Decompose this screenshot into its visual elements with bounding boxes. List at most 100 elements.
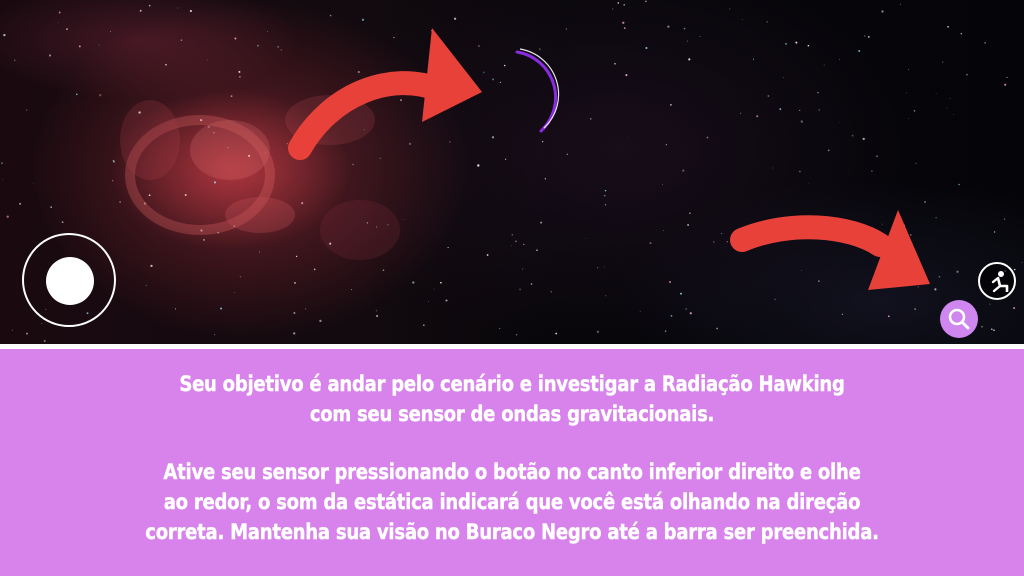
star: [713, 241, 715, 243]
star: [139, 9, 142, 12]
star: [664, 330, 667, 332]
star: [2, 178, 4, 180]
star: [942, 61, 944, 63]
black-hole-indicator-arc: [515, 50, 558, 133]
star: [213, 181, 217, 184]
star: [32, 183, 34, 185]
star: [43, 339, 46, 343]
star: [351, 289, 352, 291]
star: [617, 2, 620, 4]
star: [257, 44, 259, 47]
star: [539, 48, 541, 50]
star: [818, 280, 820, 282]
star: [34, 314, 36, 316]
star: [662, 183, 663, 185]
star: [685, 308, 687, 310]
star: [66, 28, 68, 30]
star: [449, 141, 451, 143]
star: [11, 329, 13, 331]
star: [909, 234, 912, 236]
star: [540, 221, 543, 224]
star: [870, 170, 873, 173]
star: [78, 45, 81, 48]
star: [706, 136, 709, 139]
star: [119, 201, 121, 203]
star: [280, 49, 282, 51]
star: [61, 221, 64, 224]
star: [949, 97, 951, 99]
joystick-knob[interactable]: [46, 257, 94, 305]
star: [499, 327, 501, 329]
star: [503, 64, 506, 67]
star: [110, 31, 112, 33]
objective-line-1: Seu objetivo é andar pelo cenário e inve…: [179, 372, 845, 396]
star: [482, 71, 485, 74]
star: [565, 28, 568, 30]
star: [668, 280, 672, 284]
star: [726, 241, 729, 243]
star: [295, 255, 298, 258]
star: [906, 92, 907, 94]
space-scene[interactable]: [0, 0, 1024, 344]
star: [286, 143, 288, 145]
star: [521, 268, 524, 270]
star: [605, 295, 607, 297]
star: [499, 81, 501, 83]
star: [807, 44, 810, 47]
star: [989, 303, 991, 305]
star: [817, 92, 819, 94]
star: [729, 8, 731, 10]
star: [799, 170, 801, 173]
star: [858, 49, 861, 53]
star: [795, 41, 798, 44]
star: [148, 4, 151, 7]
star: [440, 281, 442, 284]
star: [823, 64, 825, 66]
star: [294, 281, 296, 284]
star: [393, 36, 395, 39]
star: [403, 219, 404, 220]
star: [625, 74, 628, 77]
star: [57, 22, 59, 24]
star: [361, 18, 365, 21]
star: [623, 4, 626, 6]
star: [622, 21, 625, 24]
sensor-button[interactable]: [940, 300, 978, 338]
star: [899, 3, 901, 5]
star: [433, 288, 435, 290]
star: [766, 21, 768, 23]
star: [277, 45, 280, 48]
star: [876, 155, 878, 158]
movement-joystick[interactable]: [22, 233, 116, 327]
star: [511, 234, 514, 236]
star: [445, 299, 448, 302]
pointer-arrow-upper: [288, 28, 482, 160]
sensor-line-3: correta. Mantenha sua visão no Buraco Ne…: [145, 520, 879, 544]
star: [259, 251, 261, 253]
star: [720, 232, 723, 235]
star: [453, 17, 457, 20]
star: [993, 329, 995, 332]
kneel-button[interactable]: [978, 262, 1016, 300]
star: [680, 292, 682, 295]
star: [515, 333, 518, 336]
star: [1, 162, 3, 164]
star: [491, 136, 495, 139]
star: [682, 169, 685, 172]
star: [596, 330, 599, 333]
star: [98, 44, 100, 46]
star: [239, 276, 242, 278]
pointer-arrow-lower: [730, 210, 930, 290]
star: [150, 264, 153, 268]
star: [779, 108, 782, 111]
star: [913, 110, 916, 112]
star: [550, 290, 553, 293]
star: [428, 301, 429, 303]
star: [293, 311, 296, 315]
instructions-objective: Seu objetivo é andar pelo cenário e inve…: [72, 369, 953, 429]
star: [670, 314, 673, 317]
star: [238, 70, 241, 73]
star: [960, 32, 963, 35]
star: [862, 137, 865, 141]
star: [915, 162, 917, 164]
